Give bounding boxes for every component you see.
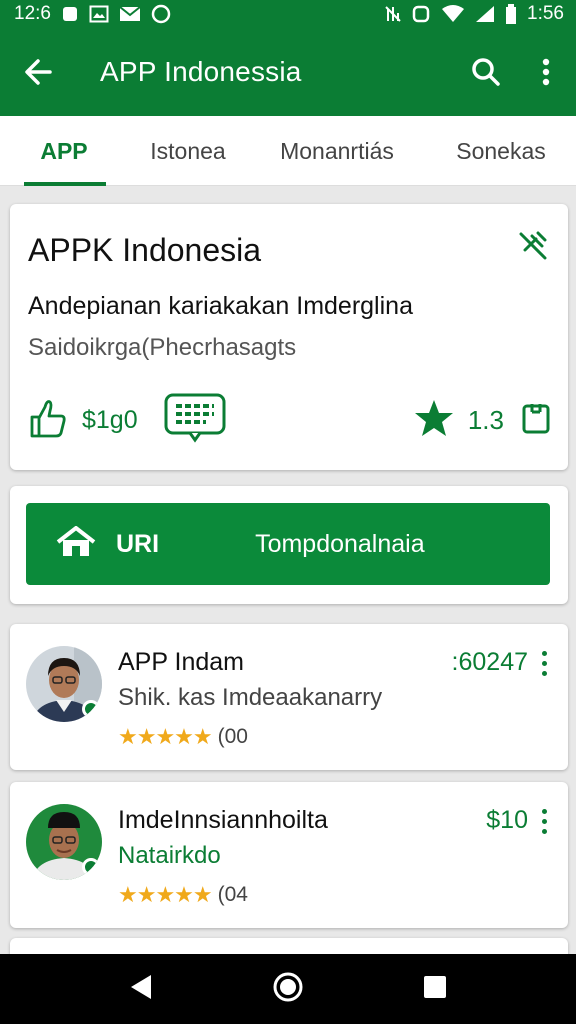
page-title: APP Indonessia [100,56,302,87]
rating-stars: ★★★★★ (00 [118,724,248,750]
card-line-2: Saidoikrga(Phecrhasagts [28,334,297,361]
star-rating-icons: ★★★★★ [118,882,213,907]
chat-bubble-icon[interactable] [164,393,226,448]
star-icon [414,399,454,442]
rating-count: (00 [217,725,248,748]
alarm-icon [411,4,431,24]
rating-value: 1.3 [467,404,504,435]
no-signal-icon [385,5,401,23]
mail-icon [119,5,141,23]
bookmark-icon[interactable] [522,402,550,439]
rating-stars: ★★★★★ (04 [118,882,248,908]
tab-label: Monanrtiás [280,137,394,164]
thumbs-up-icon[interactable] [28,397,68,444]
list-item[interactable]: ImdeInnsiannhoilta Natairkdo ★★★★★ (04 $… [10,782,568,928]
avatar [26,646,102,722]
tab-app[interactable]: APP [0,116,128,186]
search-icon[interactable] [456,28,516,116]
arrow-left-icon[interactable] [0,28,76,116]
card-meta-row: $1g0 1.3 [28,392,550,448]
button-left-label: URI [116,529,160,558]
cell-icon [475,5,495,23]
action-card: URI Tompdonalnaia [10,486,568,604]
more-vert-icon[interactable] [516,28,576,116]
square-icon [61,5,79,23]
card-line-1: Andepianan kariakakan Imderglina [28,292,413,320]
avatar [26,804,102,880]
back-triangle-icon[interactable] [129,974,153,1005]
home-circle-icon[interactable] [272,971,304,1008]
system-nav-bar [0,954,576,1024]
item-amount: :60247 [451,648,528,676]
item-subtitle: Shik. kas Imdeaakanarry [118,684,383,711]
primary-action-button[interactable]: URI Tompdonalnaia [26,503,550,585]
tab-bar: APP Istonea Monanrtiás Sonekas [0,116,576,186]
status-time: 12:6 [14,3,51,24]
tab-indicator [24,182,106,186]
button-right-label: Tompdonalnaia [255,529,425,558]
tab-label: Sonekas [456,137,546,164]
online-dot [82,858,100,876]
home-icon [56,524,96,563]
wifi-icon [441,5,465,23]
price-label: $1g0 [82,405,138,434]
item-subtitle: Natairkdo [118,842,221,869]
item-name: APP Indam [118,648,245,676]
card-title: APPK Indonesia [28,232,262,268]
item-amount: $10 [486,806,528,834]
star-rating-icons: ★★★★★ [118,724,213,749]
tab-istonea[interactable]: Istonea [128,116,248,186]
more-vert-icon[interactable] [534,648,554,678]
tab-label: APP [40,137,88,164]
online-dot [82,700,100,718]
item-name: ImdeInnsiannhoilta [118,806,328,834]
tab-label: Istonea [150,137,226,164]
summary-card: APPK Indonesia Andepianan kariakakan Imd… [10,204,568,470]
tab-monanrtias[interactable]: Monanrtiás [248,116,426,186]
battery-icon [505,4,517,24]
more-vert-icon[interactable] [534,806,554,836]
tab-sonekas[interactable]: Sonekas [426,116,576,186]
chat-icon [151,4,171,24]
app-bar: APP Indonessia [0,28,576,116]
status-bar: 12:6 1:56 [0,0,576,28]
pin-off-icon[interactable] [516,228,550,267]
list-item[interactable]: APP Indam Shik. kas Imdeaakanarry ★★★★★ … [10,624,568,770]
status-clock: 1:56 [527,3,564,24]
image-icon [89,5,109,23]
recents-square-icon[interactable] [423,975,447,1004]
rating-count: (04 [217,883,248,906]
